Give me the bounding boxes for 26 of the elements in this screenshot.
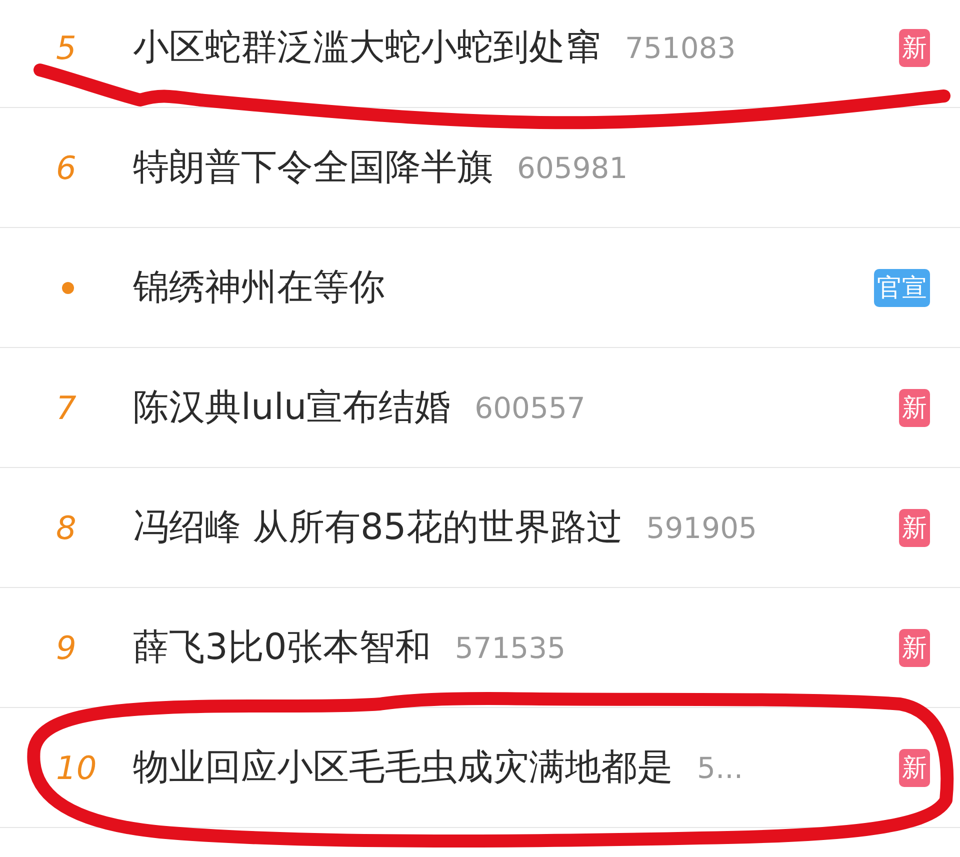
heat-count: 591905 (646, 510, 757, 544)
heat-count: 600557 (474, 390, 586, 424)
tag-label: 新 (899, 28, 930, 66)
tag-label: 新 (899, 748, 930, 786)
topic-title[interactable]: 薛飞3比0张本智和 (133, 623, 431, 672)
rank-number: 7 (56, 388, 76, 426)
tag-label: 新 (899, 508, 930, 546)
tag-label: 官宣 (874, 268, 930, 306)
topic-title[interactable]: 冯绍峰 从所有85花的世界路过 (133, 503, 622, 552)
topic-title[interactable]: 锦绣神州在等你 (133, 263, 385, 312)
rank-number: 10 (56, 748, 97, 786)
rank-number: 6 (56, 148, 76, 186)
rank-number: 8 (56, 508, 76, 546)
tag-label: 新 (899, 628, 930, 666)
heat-count: 571535 (454, 630, 566, 664)
topic-title[interactable]: 小区蛇群泛滥大蛇小蛇到处窜 (133, 23, 601, 72)
rank-number: 5 (56, 28, 76, 66)
heat-count: 5... (697, 750, 744, 784)
topic-title[interactable]: 特朗普下令全国降半旗 (133, 143, 493, 192)
rank-number: 9 (56, 628, 76, 666)
heat-count: 751083 (625, 30, 736, 64)
tag-label: 新 (899, 388, 930, 426)
dot-icon (62, 282, 74, 294)
topic-title[interactable]: 物业回应小区毛毛虫成灾满地都是 (133, 743, 673, 792)
heat-count: 605981 (517, 150, 628, 184)
topic-title[interactable]: 陈汉典lulu宣布结婚 (133, 383, 451, 432)
